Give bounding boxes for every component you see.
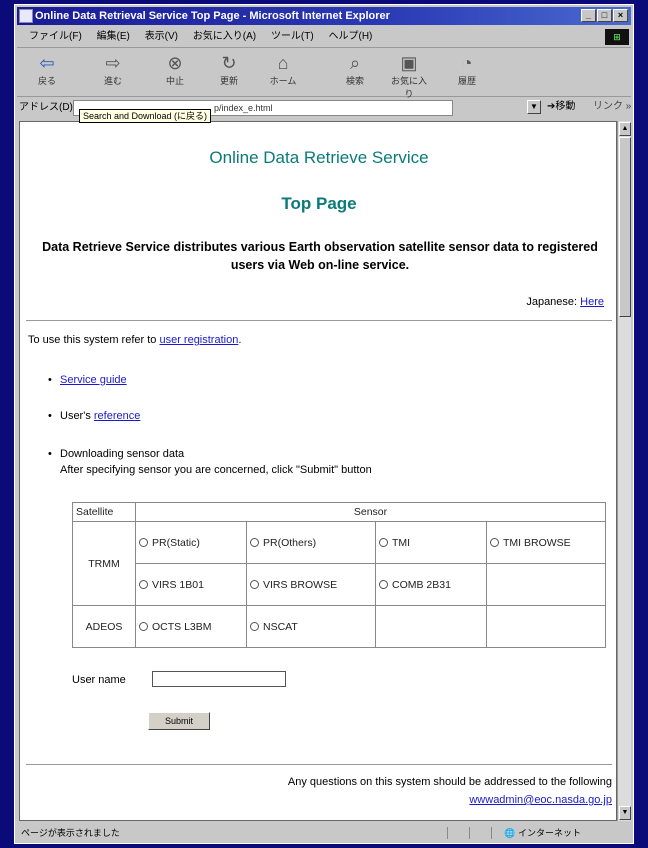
browser-window: Online Data Retrieval Service Top Page -… — [14, 4, 634, 844]
status-divider — [491, 827, 492, 839]
submit-button[interactable]: Submit — [148, 712, 210, 730]
satellite-trmm: TRMM — [72, 521, 136, 606]
radio-virs-browse[interactable]: VIRS BROWSE — [246, 563, 376, 606]
status-bar: ページが表示されました 🌐 インターネット — [17, 825, 631, 841]
windows-logo-icon: ⊞ — [605, 29, 629, 45]
menu-favorites[interactable]: お気に入り(A) — [193, 31, 256, 42]
history-icon: ◔ — [461, 53, 473, 73]
menu-view[interactable]: 表示(V) — [145, 31, 178, 42]
japanese-link-line: Japanese: Here — [526, 296, 604, 308]
scroll-up-arrow-icon[interactable]: ▲ — [619, 122, 631, 136]
radio-circle-icon — [379, 580, 388, 590]
address-label: アドレス(D) — [19, 102, 73, 113]
maximize-button[interactable]: □ — [597, 9, 612, 22]
toolbar: ⇦ 戻る ⇨ 進む ⊗ 中止 ↻ 更新 ⌂ ホーム ⌕ 検索 ▣ お気に入り ◔ 履歴 — [17, 48, 631, 99]
japanese-link[interactable]: Here — [580, 296, 604, 308]
radio-circle-icon — [490, 538, 499, 548]
download-description: After specifying sensor you are concerne… — [60, 464, 372, 476]
radio-tmi[interactable]: TMI — [375, 521, 487, 564]
search-icon: ⌕ — [349, 53, 361, 73]
footer-email-link[interactable]: wwwadmin@eoc.nasda.go.jp — [469, 794, 612, 806]
favorites-button[interactable]: ▣ お気に入り — [387, 52, 431, 99]
list-item: Service guide — [48, 374, 127, 386]
scroll-down-arrow-icon[interactable]: ▼ — [619, 806, 631, 820]
home-icon: ⌂ — [277, 53, 289, 73]
satellite-adeos: ADEOS — [72, 605, 136, 648]
radio-nscat[interactable]: NSCAT — [246, 605, 376, 648]
tooltip: Search and Download (に戻る) — [79, 109, 212, 123]
radio-pr-static[interactable]: PR(Static) — [135, 521, 247, 564]
radio-circle-icon — [250, 538, 259, 548]
back-arrow-icon: ⇦ — [39, 53, 55, 73]
ie-page-icon — [19, 9, 33, 23]
refresh-button[interactable]: ↻ 更新 — [207, 52, 251, 92]
header-satellite: Satellite — [72, 502, 136, 522]
forward-button[interactable]: ⇨ 進む — [91, 52, 135, 92]
home-button[interactable]: ⌂ ホーム — [261, 52, 305, 92]
radio-pr-others[interactable]: PR(Others) — [246, 521, 376, 564]
radio-circle-icon — [139, 580, 148, 590]
divider — [26, 764, 612, 765]
radio-octs-l3bm[interactable]: OCTS L3BM — [135, 605, 247, 648]
scroll-thumb[interactable] — [619, 137, 631, 317]
search-button[interactable]: ⌕ 検索 — [333, 52, 377, 92]
globe-icon: 🌐 — [504, 828, 516, 838]
favorites-icon: ▣ — [400, 53, 418, 73]
refresh-icon: ↻ — [221, 53, 237, 73]
history-button[interactable]: ◔ 履歴 — [445, 52, 489, 92]
radio-virs-1b01[interactable]: VIRS 1B01 — [135, 563, 247, 606]
list-item: Downloading sensor data — [48, 448, 184, 460]
empty-cell — [486, 563, 606, 606]
radio-circle-icon — [139, 622, 148, 632]
radio-circle-icon — [379, 538, 388, 548]
radio-circle-icon — [250, 622, 259, 632]
security-zone: 🌐 インターネット — [504, 828, 581, 838]
go-button[interactable]: ➔移動 — [547, 97, 575, 112]
divider — [26, 320, 612, 321]
stop-icon: ⊗ — [167, 53, 183, 73]
status-divider — [469, 827, 470, 839]
address-dropdown-button[interactable]: ▼ — [527, 100, 541, 114]
sensor-table: Satellite Sensor TRMM PR(Static) PR(Othe… — [72, 502, 606, 648]
close-button[interactable]: × — [613, 9, 628, 22]
header-sensor: Sensor — [135, 502, 606, 522]
page-subtitle: Top Page — [281, 194, 357, 213]
user-registration-link[interactable]: user registration — [159, 334, 238, 346]
empty-cell — [486, 605, 606, 648]
menu-tools[interactable]: ツール(T) — [271, 31, 314, 42]
service-guide-link[interactable]: Service guide — [60, 374, 127, 386]
empty-cell — [375, 605, 487, 648]
menu-bar: ファイル(F) 編集(E) 表示(V) お気に入り(A) ツール(T) ヘルプ(… — [17, 27, 631, 48]
title-bar: Online Data Retrieval Service Top Page -… — [17, 7, 631, 25]
radio-circle-icon — [250, 580, 259, 590]
user-name-label: User name — [72, 674, 126, 686]
menu-file[interactable]: ファイル(F) — [29, 31, 82, 42]
window-title: Online Data Retrieval Service Top Page -… — [35, 10, 390, 22]
intro-text: Data Retrieve Service distributes variou… — [42, 240, 598, 272]
forward-arrow-icon: ⇨ — [105, 53, 121, 73]
vertical-scrollbar[interactable]: ▲ ▼ — [617, 121, 631, 821]
minimize-button[interactable]: _ — [581, 9, 596, 22]
page-content: Online Data Retrieve Service Top Page Da… — [19, 121, 617, 821]
page-title: Online Data Retrieve Service — [209, 148, 429, 167]
stop-button[interactable]: ⊗ 中止 — [153, 52, 197, 92]
user-name-input[interactable] — [152, 671, 286, 687]
radio-circle-icon — [139, 538, 148, 548]
radio-tmi-browse[interactable]: TMI BROWSE — [486, 521, 606, 564]
reference-link[interactable]: reference — [94, 410, 140, 422]
status-divider — [447, 827, 448, 839]
footer-text: Any questions on this system should be a… — [287, 776, 612, 788]
links-button[interactable]: リンク » — [593, 97, 631, 112]
list-item: User's reference — [48, 410, 140, 422]
status-text: ページが表示されました — [21, 828, 120, 838]
registration-line: To use this system refer to user registr… — [28, 334, 242, 346]
menu-help[interactable]: ヘルプ(H) — [329, 31, 373, 42]
radio-comb-2b31[interactable]: COMB 2B31 — [375, 563, 487, 606]
back-button[interactable]: ⇦ 戻る — [25, 52, 69, 92]
menu-edit[interactable]: 編集(E) — [97, 31, 130, 42]
